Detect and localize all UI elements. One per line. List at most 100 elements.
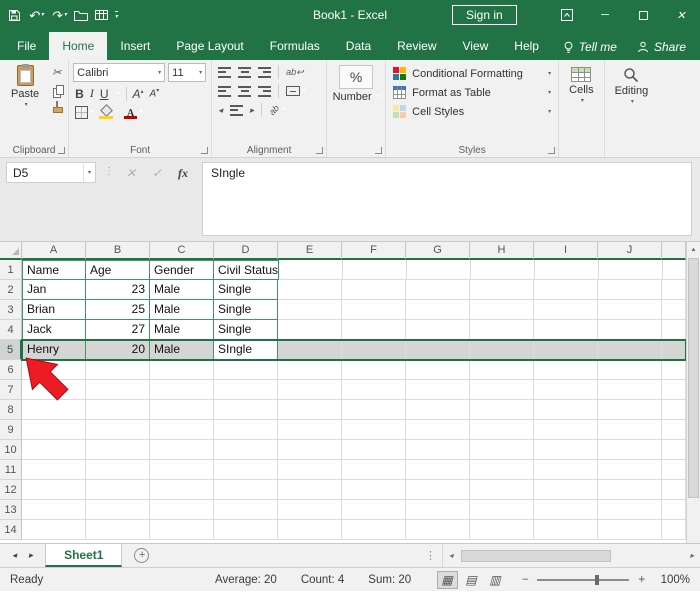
cell-H10[interactable] — [470, 440, 534, 460]
cell-C2[interactable]: Male — [150, 280, 214, 300]
cell-D13[interactable] — [214, 500, 278, 520]
name-box[interactable]: D5 ▾ — [6, 162, 96, 183]
cell-J8[interactable] — [598, 400, 662, 420]
align-right-button[interactable] — [258, 85, 272, 97]
align-left-button[interactable] — [218, 85, 232, 97]
cell-F6[interactable] — [342, 360, 406, 380]
column-header-b[interactable]: B — [86, 242, 150, 260]
dialog-launcher-icon[interactable] — [58, 147, 66, 154]
cell-F13[interactable] — [342, 500, 406, 520]
column-header-j[interactable]: J — [598, 242, 662, 260]
zoom-slider[interactable] — [537, 574, 630, 585]
cell-B3[interactable]: 25 — [86, 300, 150, 320]
italic-button[interactable]: I — [90, 86, 94, 101]
cell-B10[interactable] — [86, 440, 150, 460]
cell-G13[interactable] — [406, 500, 470, 520]
cell-D2[interactable]: Single — [214, 280, 278, 300]
cell-J1[interactable] — [599, 260, 664, 280]
sheet-nav-right-button[interactable]: ▸ — [29, 550, 34, 561]
tab-page-layout[interactable]: Page Layout — [163, 32, 256, 60]
cell-F14[interactable] — [342, 520, 406, 540]
cell-H6[interactable] — [470, 360, 534, 380]
align-top-button[interactable] — [218, 66, 232, 78]
cell-J11[interactable] — [598, 460, 662, 480]
cell-C7[interactable] — [150, 380, 214, 400]
cell-G2[interactable] — [406, 280, 470, 300]
font-size-combo[interactable]: 11 ▾ — [168, 63, 207, 82]
cell-A14[interactable] — [22, 520, 86, 540]
cell-I3[interactable] — [534, 300, 598, 320]
cell-I7[interactable] — [534, 380, 598, 400]
tab-help[interactable]: Help — [501, 32, 552, 60]
scroll-up-button[interactable]: ▲ — [687, 242, 700, 257]
vertical-scroll-thumb[interactable] — [688, 258, 699, 498]
cell-J7[interactable] — [598, 380, 662, 400]
cell-D1[interactable]: Civil Status — [214, 260, 280, 280]
column-header-h[interactable]: H — [470, 242, 534, 260]
column-header-f[interactable]: F — [342, 242, 406, 260]
scroll-left-button[interactable]: ◂ — [443, 551, 459, 560]
align-center-button[interactable] — [238, 85, 252, 97]
cell-D14[interactable] — [214, 520, 278, 540]
cell-C5[interactable]: Male — [150, 340, 214, 360]
cell-E12[interactable] — [278, 480, 342, 500]
cell-G1[interactable] — [407, 260, 472, 280]
horizontal-scrollbar[interactable]: ◂ ▸ — [442, 544, 700, 567]
dialog-launcher-icon[interactable] — [375, 147, 383, 154]
cell-G11[interactable] — [406, 460, 470, 480]
increase-font-button[interactable]: A▴ — [133, 87, 144, 101]
save-button[interactable] — [8, 9, 21, 22]
cell-B2[interactable]: 23 — [86, 280, 150, 300]
cell-D4[interactable]: Single — [214, 320, 278, 340]
row-header-2[interactable]: 2 — [0, 280, 22, 300]
row-header-12[interactable]: 12 — [0, 480, 22, 500]
cell-B11[interactable] — [86, 460, 150, 480]
cell-C14[interactable] — [150, 520, 214, 540]
cell-A10[interactable] — [22, 440, 86, 460]
cell-F12[interactable] — [342, 480, 406, 500]
cell-B14[interactable] — [86, 520, 150, 540]
underline-button[interactable]: U — [100, 87, 109, 101]
cell-F2[interactable] — [342, 280, 406, 300]
cell-B13[interactable] — [86, 500, 150, 520]
cell-G4[interactable] — [406, 320, 470, 340]
cell-I5[interactable] — [534, 340, 598, 360]
cell-C4[interactable]: Male — [150, 320, 214, 340]
close-button[interactable]: ✕ — [662, 0, 700, 30]
scroll-right-button[interactable]: ▸ — [684, 551, 700, 560]
cell-B7[interactable] — [86, 380, 150, 400]
cell-G9[interactable] — [406, 420, 470, 440]
cell-I1[interactable] — [535, 260, 600, 280]
cell-C11[interactable] — [150, 460, 214, 480]
cut-button[interactable]: ✂ — [52, 68, 64, 79]
horizontal-scroll-thumb[interactable] — [461, 549, 611, 562]
cell-H4[interactable] — [470, 320, 534, 340]
align-bottom-button[interactable] — [258, 66, 272, 78]
cell-E1[interactable] — [279, 260, 344, 280]
cell-H14[interactable] — [470, 520, 534, 540]
cell-G7[interactable] — [406, 380, 470, 400]
decrease-font-button[interactable]: A▾ — [150, 87, 160, 99]
cell-F4[interactable] — [342, 320, 406, 340]
cell-J5[interactable] — [598, 340, 662, 360]
cell-G10[interactable] — [406, 440, 470, 460]
cell-A9[interactable] — [22, 420, 86, 440]
cell-A13[interactable] — [22, 500, 86, 520]
ribbon-display-options-button[interactable] — [548, 0, 586, 30]
cell-B8[interactable] — [86, 400, 150, 420]
cell-G3[interactable] — [406, 300, 470, 320]
cell-C12[interactable] — [150, 480, 214, 500]
cell-F3[interactable] — [342, 300, 406, 320]
undo-button[interactable]: ↶ ▾ — [28, 9, 44, 22]
cell-H1[interactable] — [471, 260, 536, 280]
cell-J14[interactable] — [598, 520, 662, 540]
share-button[interactable]: Share — [637, 40, 686, 54]
borders-button[interactable]: ▾ — [75, 105, 93, 119]
cell-H11[interactable] — [470, 460, 534, 480]
cell-H7[interactable] — [470, 380, 534, 400]
tab-data[interactable]: Data — [333, 32, 384, 60]
cell-E3[interactable] — [278, 300, 342, 320]
cell-H3[interactable] — [470, 300, 534, 320]
cell-A3[interactable]: Brian — [22, 300, 86, 320]
cell-F10[interactable] — [342, 440, 406, 460]
